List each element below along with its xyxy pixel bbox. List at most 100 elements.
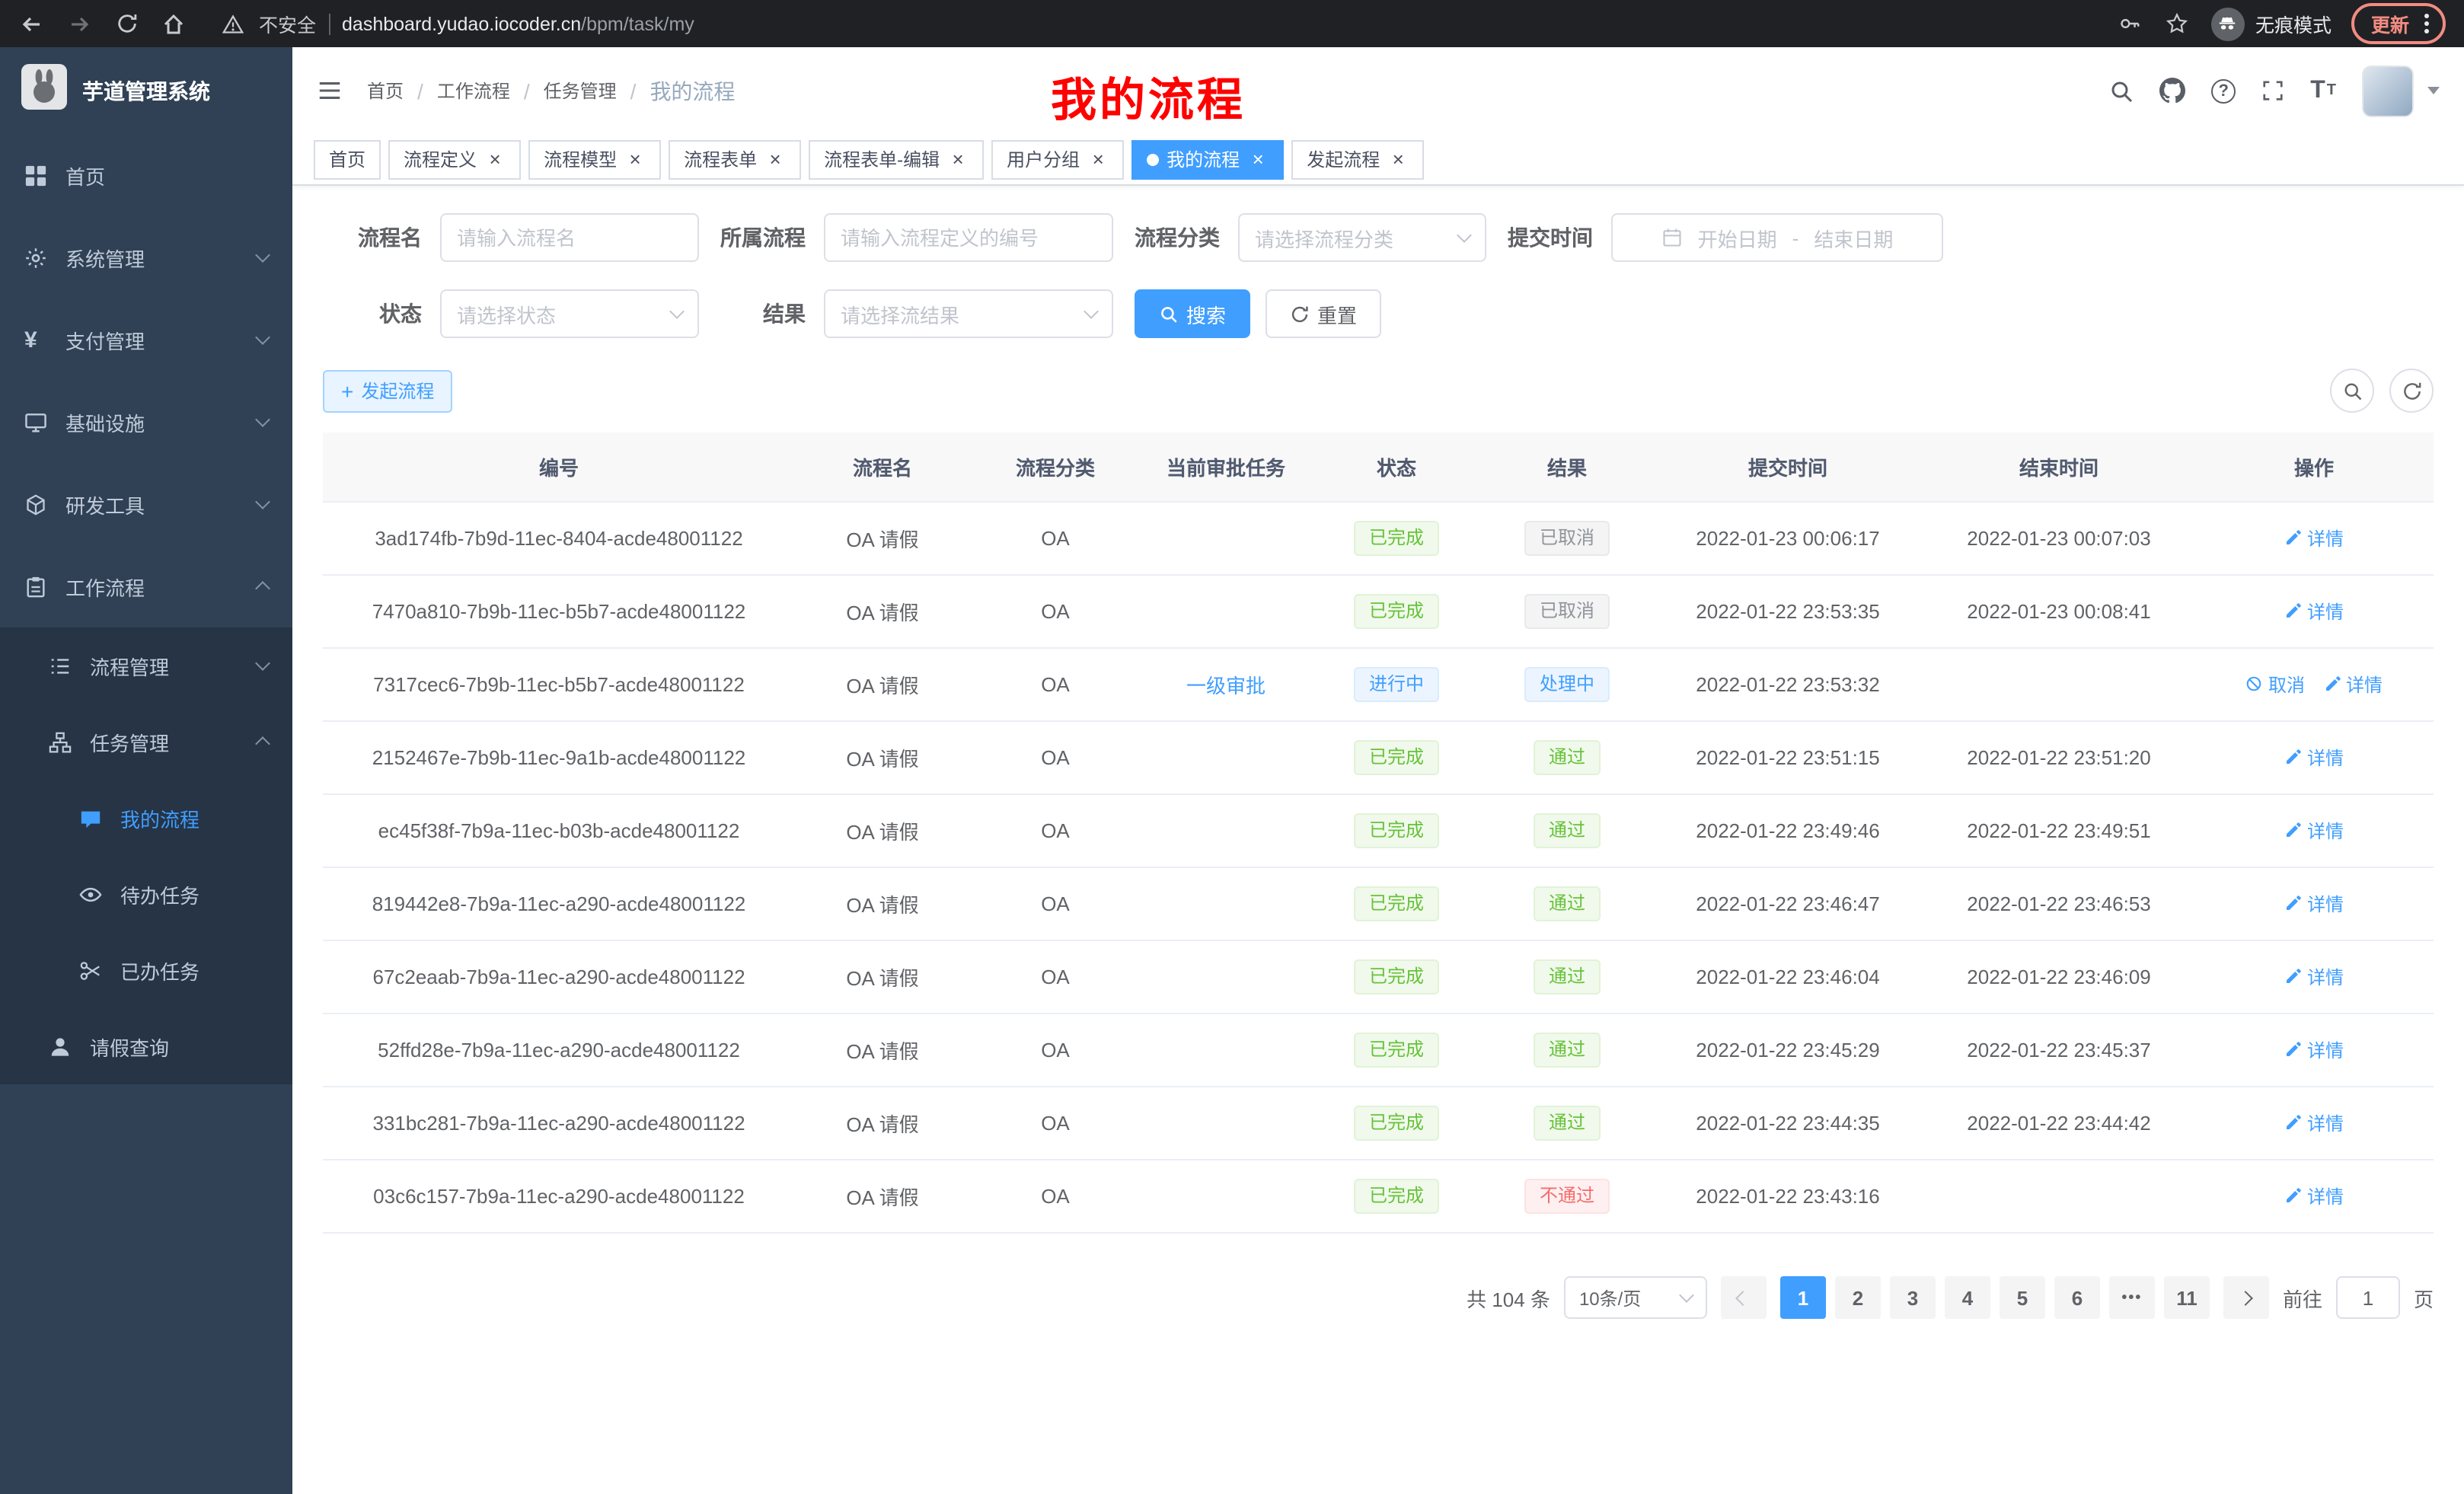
process-name-input[interactable] xyxy=(440,213,699,262)
browser-menu-icon[interactable] xyxy=(2424,21,2429,26)
address-bar[interactable]: 不安全 dashboard.yudao.iocoder.cn/bpm/task/… xyxy=(219,9,694,38)
breadcrumb-current: 我的流程 xyxy=(650,75,735,106)
detail-action[interactable]: 详情 xyxy=(2284,891,2344,917)
sidebar-item-task-mgmt[interactable]: 任务管理 xyxy=(0,704,292,780)
status-tag: 已完成 xyxy=(1354,1106,1439,1141)
page-button[interactable]: 6 xyxy=(2054,1276,2100,1319)
search-icon[interactable] xyxy=(2109,78,2134,103)
sidebar-item-done-task[interactable]: 已办任务 xyxy=(0,932,292,1008)
sidebar-menu: 首页 系统管理 ¥ 支付管理 xyxy=(0,134,292,1084)
menu-collapse-icon[interactable] xyxy=(317,78,343,104)
view-tab[interactable]: 我的流程 xyxy=(1131,139,1284,179)
detail-action[interactable]: 详情 xyxy=(2284,525,2344,551)
page-button[interactable]: ••• xyxy=(2109,1276,2155,1319)
reset-button[interactable]: 重置 xyxy=(1266,289,1381,338)
cell-result: 已取消 xyxy=(1482,575,1652,648)
help-icon[interactable] xyxy=(2211,78,2236,103)
key-icon[interactable] xyxy=(2117,10,2144,37)
sidebar-item-home[interactable]: 首页 xyxy=(0,134,292,216)
page-button[interactable]: 4 xyxy=(1945,1276,1990,1319)
task-link[interactable]: 一级审批 xyxy=(1186,670,1266,699)
next-page-button[interactable] xyxy=(2223,1276,2269,1319)
status-tag: 已完成 xyxy=(1354,594,1439,629)
cell-result: 处理中 xyxy=(1482,648,1652,721)
cell-current-task xyxy=(1141,721,1311,794)
close-icon[interactable] xyxy=(484,148,506,170)
prev-page-button[interactable] xyxy=(1721,1276,1767,1319)
cell-category: OA xyxy=(970,1087,1141,1160)
sidebar-item-infra[interactable]: 基础设施 xyxy=(0,381,292,463)
goto-page-input[interactable] xyxy=(2336,1276,2400,1319)
home-icon[interactable] xyxy=(160,10,187,37)
main-area: 首页 / 工作流程 / 任务管理 / 我的流程 我的流程 xyxy=(292,47,2464,1494)
sidebar-item-workflow[interactable]: 工作流程 xyxy=(0,545,292,627)
bookmark-star-icon[interactable] xyxy=(2164,10,2191,37)
page-size-select[interactable]: 10条/页 xyxy=(1564,1276,1707,1319)
close-icon[interactable] xyxy=(764,148,786,170)
github-icon[interactable] xyxy=(2159,78,2185,104)
close-icon[interactable] xyxy=(947,148,969,170)
cell-submit-time: 2022-01-22 23:53:32 xyxy=(1652,648,1923,721)
cell-end-time: 2022-01-22 23:46:53 xyxy=(1923,867,2194,940)
page-button[interactable]: 5 xyxy=(2000,1276,2045,1319)
breadcrumb-workflow[interactable]: 工作流程 xyxy=(437,78,510,104)
submit-time-range-picker[interactable]: 开始日期 - 结束日期 xyxy=(1611,213,1943,262)
forward-icon[interactable] xyxy=(65,10,93,37)
result-tag: 不通过 xyxy=(1524,1179,1610,1214)
status-select[interactable]: 请选择状态 xyxy=(440,289,699,338)
avatar[interactable] xyxy=(2362,65,2414,117)
detail-action[interactable]: 详情 xyxy=(2284,1037,2344,1063)
view-tab[interactable]: 用户分组 xyxy=(991,139,1124,179)
close-icon[interactable] xyxy=(1387,148,1409,170)
view-tab[interactable]: 首页 xyxy=(314,139,381,179)
sidebar-item-todo-task[interactable]: 待办任务 xyxy=(0,856,292,932)
cell-actions: 取消 详情 xyxy=(2194,721,2434,794)
chevron-down-icon[interactable] xyxy=(2427,87,2440,94)
view-tab[interactable]: 流程表单 xyxy=(669,139,801,179)
breadcrumb-task-mgmt[interactable]: 任务管理 xyxy=(544,78,617,104)
close-icon[interactable] xyxy=(1087,148,1109,170)
sidebar-item-my-process[interactable]: 我的流程 xyxy=(0,780,292,856)
detail-action[interactable]: 详情 xyxy=(2284,1183,2344,1209)
toggle-search-button[interactable] xyxy=(2330,369,2374,413)
back-icon[interactable] xyxy=(18,10,46,37)
create-process-button[interactable]: 发起流程 xyxy=(323,369,452,412)
sidebar-item-process-mgmt[interactable]: 流程管理 xyxy=(0,627,292,704)
process-def-input[interactable] xyxy=(824,213,1113,262)
scissors-icon xyxy=(79,959,102,982)
search-button[interactable]: 搜索 xyxy=(1135,289,1250,338)
refresh-table-button[interactable] xyxy=(2389,369,2434,413)
page-button[interactable]: 2 xyxy=(1835,1276,1881,1319)
page-button[interactable]: 1 xyxy=(1780,1276,1826,1319)
cell-id: 67c2eaab-7b9a-11ec-a290-acde48001122 xyxy=(323,940,795,1014)
close-icon[interactable] xyxy=(624,148,646,170)
detail-action[interactable]: 详情 xyxy=(2284,818,2344,844)
view-tab[interactable]: 发起流程 xyxy=(1291,139,1424,179)
sidebar-item-system[interactable]: 系统管理 xyxy=(0,216,292,298)
detail-action[interactable]: 详情 xyxy=(2284,745,2344,771)
detail-action[interactable]: 详情 xyxy=(2284,599,2344,624)
close-icon[interactable] xyxy=(1247,148,1269,170)
page-button[interactable]: 3 xyxy=(1890,1276,1936,1319)
result-select[interactable]: 请选择流结果 xyxy=(824,289,1113,338)
cancel-action[interactable]: 取消 xyxy=(2245,672,2305,698)
logo-image xyxy=(21,64,67,117)
sidebar-item-payment[interactable]: ¥ 支付管理 xyxy=(0,298,292,381)
detail-action[interactable]: 详情 xyxy=(2284,1110,2344,1136)
sidebar-item-leave-query[interactable]: 请假查询 xyxy=(0,1008,292,1084)
detail-action[interactable]: 详情 xyxy=(2323,672,2383,698)
category-select[interactable]: 请选择流程分类 xyxy=(1238,213,1486,262)
result-label: 结果 xyxy=(720,298,806,329)
cell-category: OA xyxy=(970,794,1141,867)
view-tab[interactable]: 流程模型 xyxy=(528,139,661,179)
detail-action[interactable]: 详情 xyxy=(2284,964,2344,990)
view-tab[interactable]: 流程表单-编辑 xyxy=(809,139,984,179)
reload-icon[interactable] xyxy=(113,10,140,37)
sidebar-item-devtools[interactable]: 研发工具 xyxy=(0,463,292,545)
view-tab[interactable]: 流程定义 xyxy=(388,139,521,179)
fullscreen-icon[interactable] xyxy=(2261,79,2284,102)
page-button[interactable]: 11 xyxy=(2164,1276,2210,1319)
font-size-icon[interactable] xyxy=(2310,77,2336,104)
update-button[interactable]: 更新 xyxy=(2351,3,2446,44)
breadcrumb-home[interactable]: 首页 xyxy=(367,78,404,104)
